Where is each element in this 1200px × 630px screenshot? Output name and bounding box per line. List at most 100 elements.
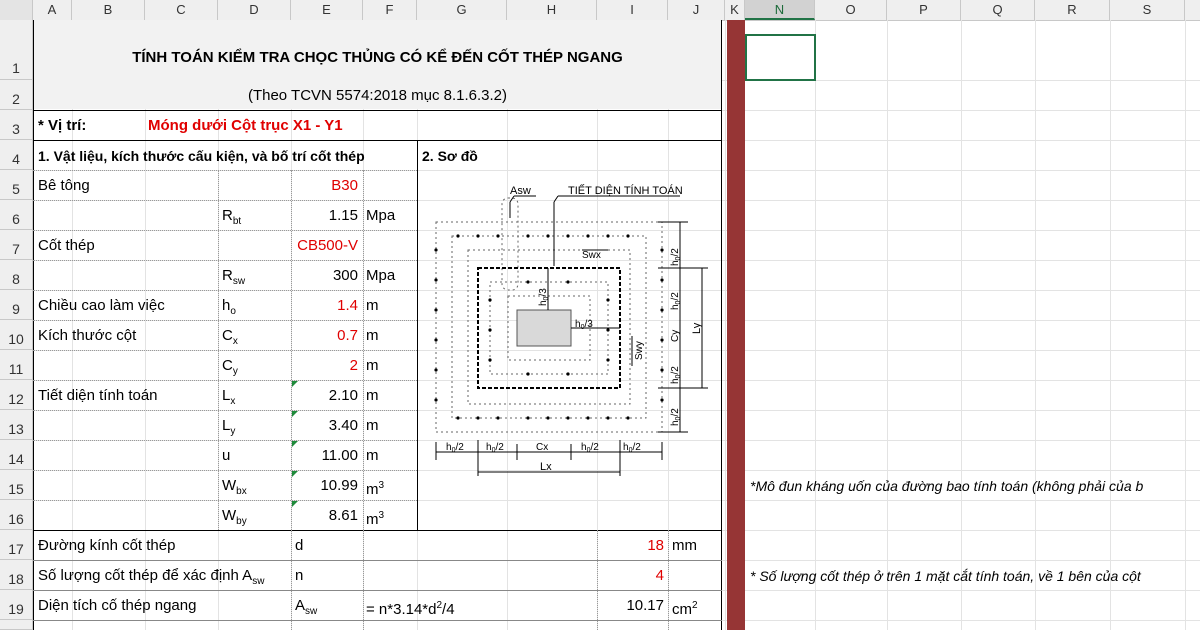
concrete-label: Bê tông [38,177,90,194]
swx-label: Swx [582,250,601,261]
selected-cell-n1[interactable] [745,34,816,81]
column-header-n[interactable]: N [745,0,815,20]
h0-half-label-bottom-3: h0/2 [581,442,599,454]
concrete-value[interactable]: B30 [291,176,358,196]
h0-symbol: ho [222,297,236,317]
asw-value[interactable]: 10.17 [597,596,664,616]
row-header-3[interactable]: 3 [0,110,33,140]
select-all-corner[interactable] [0,0,33,20]
h0-label: Chiều cao làm việc [38,297,165,314]
column-header-q[interactable]: Q [961,0,1035,20]
steel-label: Cốt thép [38,237,95,254]
u-value[interactable]: 11.00 [291,446,358,466]
row-header-4[interactable]: 4 [0,140,33,170]
rbt-unit: Mpa [366,207,396,224]
column-header-b[interactable]: B [72,0,145,20]
column-header-d[interactable]: D [218,0,291,20]
row-header-14[interactable]: 14 [0,440,33,470]
row-header-5[interactable]: 5 [0,170,33,200]
row-header-1[interactable]: 1 [0,20,33,80]
rsw-value[interactable]: 300 [291,266,358,286]
row-header-11[interactable]: 11 [0,350,33,380]
wby-unit: m3 [366,510,385,528]
column-section [516,309,572,347]
column-size-label: Kích thước cột [38,327,137,344]
row-header-13[interactable]: 13 [0,410,33,440]
location-label: * Vị trí: [38,117,87,134]
column-header-e[interactable]: E [291,0,363,20]
sheet-subtitle: (Theo TCVN 5574:2018 mục 8.1.6.3.2) [247,87,508,104]
steel-value[interactable]: CB500-V [291,236,358,256]
wby-value[interactable]: 8.61 [291,506,358,526]
column-header-g[interactable]: G [417,0,507,20]
cy-symbol: Cy [222,357,238,377]
rbt-symbol: Rbt [222,207,242,227]
asw-callout: Asw [510,185,531,197]
lx-value[interactable]: 2.10 [291,386,358,406]
column-header-p[interactable]: P [887,0,961,20]
row-header-10[interactable]: 10 [0,320,33,350]
u-symbol: u [222,447,231,464]
cx-label: Cx [536,442,548,453]
row-header-12[interactable]: 12 [0,380,33,410]
wbx-unit: m3 [366,480,385,498]
row-header-7[interactable]: 7 [0,230,33,260]
column-header-f[interactable]: F [363,0,417,20]
lx-symbol: Lx [222,387,236,407]
ly-unit: m [366,417,379,434]
column-header-c[interactable]: C [145,0,218,20]
row-header-9[interactable]: 9 [0,290,33,320]
column-header-i[interactable]: I [597,0,668,20]
h0-half-label-bottom-4: h0/2 [623,442,641,454]
cy-value[interactable]: 2 [291,356,358,376]
h0-half-label-bottom-2: h0/2 [486,442,504,454]
sheet-title: TÍNH TOÁN KIỂM TRA CHỌC THỦNG CÓ KỂ ĐẾN … [132,49,623,66]
bar-count-symbol: n [295,567,304,584]
asw-symbol: Asw [295,597,318,617]
asw-formula: = n*3.14*d2/4 [366,600,455,618]
row-header-19[interactable]: 19 [0,590,33,620]
h0-half-label-bottom-1: h0/2 [446,442,464,454]
row-header-18[interactable]: 18 [0,560,33,590]
asw-unit: cm2 [672,600,698,618]
lx-label: Lx [540,461,552,473]
row-header-20[interactable] [0,620,33,630]
punching-shear-diagram: Asw TIẾT DIỆN TÍNH TOÁN Swx Swy h0/3 h0/… [434,184,708,476]
h0-third-label-h: h0/3 [575,319,593,331]
hidden-columns-divider [727,20,745,630]
row-header-17[interactable]: 17 [0,530,33,560]
h0-half-label-right-1: h0/2 [670,248,682,266]
swy-label: Swy [634,341,645,360]
cy-unit: m [366,357,379,374]
column-header-r[interactable]: R [1035,0,1110,20]
ly-value[interactable]: 3.40 [291,416,358,436]
column-header-h[interactable]: H [507,0,597,20]
row-header-2[interactable]: 2 [0,80,33,110]
wby-symbol: Wby [222,507,247,527]
h0-half-label-right-4: h0/2 [670,408,682,426]
column-header-a[interactable]: A [33,0,72,20]
section-label: Tiết diện tính toán [38,387,158,404]
note-bar-count: * Số lượng cốt thép ở trên 1 mặt cắt tín… [750,568,1141,584]
row-header-16[interactable]: 16 [0,500,33,530]
wbx-value[interactable]: 10.99 [291,476,358,496]
critical-section-callout: TIẾT DIỆN TÍNH TOÁN [568,184,683,197]
diameter-unit: mm [672,537,697,554]
u-unit: m [366,447,379,464]
cx-unit: m [366,327,379,344]
column-header-s[interactable]: S [1110,0,1185,20]
column-header-o[interactable]: O [815,0,887,20]
column-header-j[interactable]: J [668,0,725,20]
row-header-8[interactable]: 8 [0,260,33,290]
rsw-symbol: Rsw [222,267,246,287]
bar-count-value[interactable]: 4 [597,566,664,586]
ly-label: Ly [691,322,703,334]
h0-value[interactable]: 1.4 [291,296,358,316]
diameter-symbol: d [295,537,304,554]
row-header-15[interactable]: 15 [0,470,33,500]
cx-value[interactable]: 0.7 [291,326,358,346]
rbt-value[interactable]: 1.15 [291,206,358,226]
row-header-6[interactable]: 6 [0,200,33,230]
diameter-value[interactable]: 18 [597,536,664,556]
column-header-k[interactable]: K [725,0,745,20]
